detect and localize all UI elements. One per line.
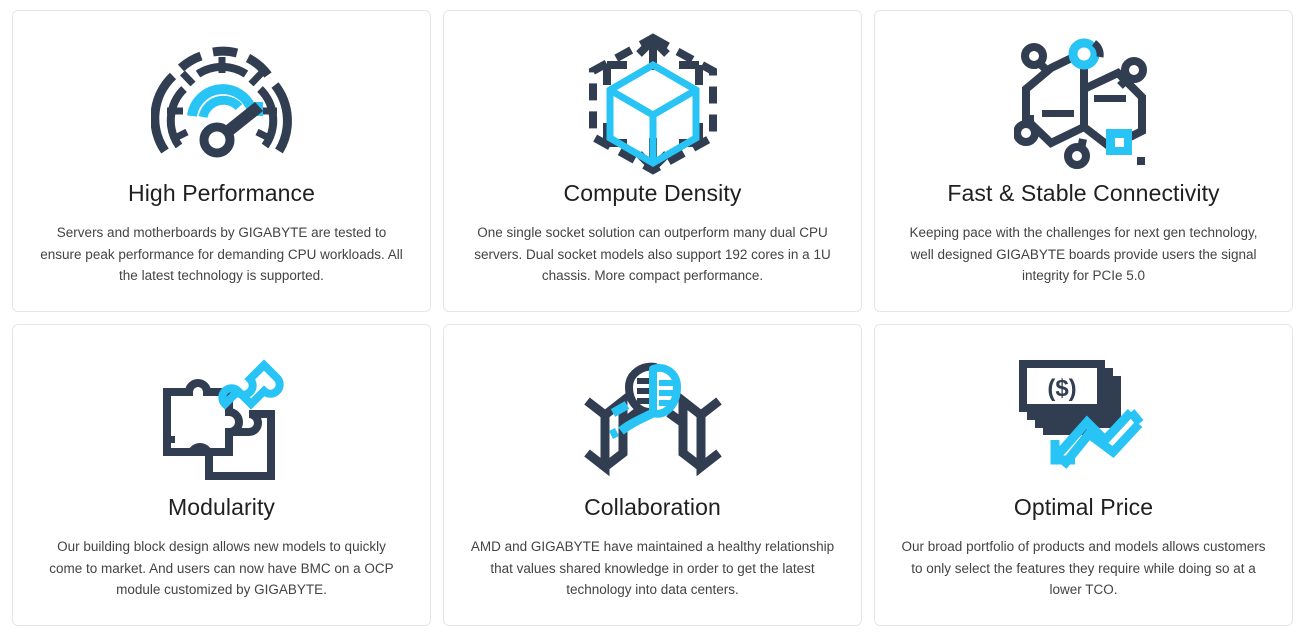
card-title: High Performance — [128, 180, 315, 206]
handshake-icon — [583, 343, 723, 493]
puzzle-pieces-icon — [157, 343, 287, 493]
feature-grid: High Performance Servers and motherboard… — [0, 0, 1305, 644]
card-title: Modularity — [167, 494, 276, 520]
card-description: Our broad portfolio of products and mode… — [901, 538, 1266, 598]
feature-card-high-performance: High Performance Servers and motherboard… — [12, 10, 431, 312]
hexagon-cube-icon — [583, 29, 723, 179]
feature-card-modularity: Modularity Our building block design all… — [12, 324, 431, 626]
card-title: Compute Density — [563, 180, 742, 206]
feature-card-optimal-price: ($) Optimal Price Our broad portfolio of… — [874, 324, 1293, 626]
card-description: Our building block design allows new mod… — [49, 538, 394, 598]
speedometer-icon — [150, 29, 293, 179]
card-title: Collaboration — [584, 494, 721, 520]
card-title: Optimal Price — [1013, 494, 1154, 520]
feature-card-compute-density: Compute Density One single socket soluti… — [443, 10, 862, 312]
feature-card-connectivity: Fast & Stable Connectivity Keeping pace … — [874, 10, 1293, 312]
molecule-network-icon — [1013, 29, 1154, 179]
card-title: Fast & Stable Connectivity — [947, 180, 1220, 206]
money-down-arrow-icon: ($) — [1009, 343, 1159, 493]
card-description: AMD and GIGABYTE have maintained a healt… — [470, 538, 835, 598]
card-description: Servers and motherboards by GIGABYTE are… — [40, 224, 403, 284]
card-description: One single socket solution can outperfor… — [474, 224, 831, 284]
svg-text:($): ($) — [1047, 375, 1076, 402]
card-description: Keeping pace with the challenges for nex… — [909, 224, 1258, 284]
feature-card-collaboration: Collaboration AMD and GIGABYTE have main… — [443, 324, 862, 626]
